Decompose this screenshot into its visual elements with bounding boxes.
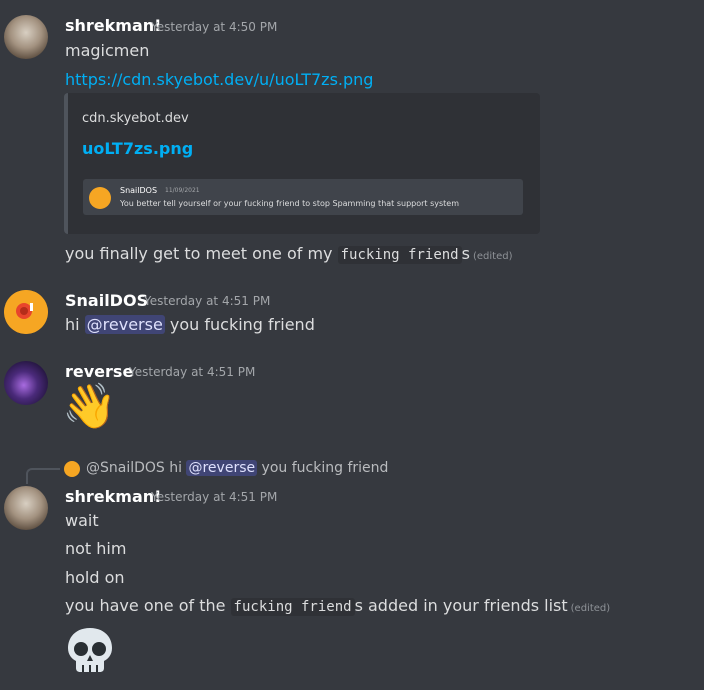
timestamp: Yesterday at 4:51 PM xyxy=(129,365,256,379)
avatar xyxy=(64,461,80,477)
text-segment: you fucking friend xyxy=(257,460,389,476)
inline-code: fucking friend xyxy=(230,598,355,616)
timestamp: Yesterday at 4:50 PM xyxy=(151,20,278,34)
reply-author[interactable]: @SnailDOS xyxy=(86,460,165,476)
text-segment: hi xyxy=(65,315,85,334)
inline-code: fucking friend xyxy=(337,246,462,264)
embed-title[interactable]: uoLT7zs.png xyxy=(82,139,193,158)
text-segment: s added in your friends list xyxy=(354,596,568,615)
message-text: you have one of the fucking friend s adde… xyxy=(65,596,611,616)
edited-label: (edited) xyxy=(570,603,611,614)
embed-image-date: 11/09/2021 xyxy=(165,187,200,194)
avatar xyxy=(89,187,111,209)
text-segment: you fucking friend xyxy=(164,315,315,334)
snail-icon xyxy=(4,290,48,334)
link-embed: cdn.skyebot.dev uoLT7zs.png SnailDOS 11/… xyxy=(64,93,540,234)
embed-provider[interactable]: cdn.skyebot.dev xyxy=(82,111,189,126)
username[interactable]: shrekman! xyxy=(65,487,161,506)
timestamp: Yesterday at 4:51 PM xyxy=(151,490,278,504)
reply-spine xyxy=(26,468,60,484)
edited-label: (edited) xyxy=(472,251,513,262)
text-segment: s xyxy=(461,244,470,263)
timestamp: Yesterday at 4:51 PM xyxy=(144,294,271,308)
embed-image[interactable]: SnailDOS 11/09/2021 You better tell your… xyxy=(83,179,523,215)
username[interactable]: shrekman! xyxy=(65,16,161,35)
user-mention[interactable]: @reverse xyxy=(84,315,165,334)
username[interactable]: SnailDOS xyxy=(65,291,148,310)
message-text: not him xyxy=(65,539,127,558)
message-text: wait xyxy=(65,511,99,530)
message-text: magicmen xyxy=(65,41,150,60)
text-segment: you have one of the xyxy=(65,596,231,615)
text-segment: hi xyxy=(164,460,187,476)
skull-emoji[interactable] xyxy=(64,624,116,676)
user-mention[interactable]: @reverse xyxy=(186,460,258,476)
text-segment: you finally get to meet one of my xyxy=(65,244,338,263)
message-text: you finally get to meet one of my fuckin… xyxy=(65,244,513,264)
message-link[interactable]: https://cdn.skyebot.dev/u/uoLT7zs.png xyxy=(65,70,373,89)
username[interactable]: reverse xyxy=(65,362,133,381)
waving-hand-emoji[interactable]: 👋 xyxy=(62,383,117,431)
reply-preview[interactable]: @SnailDOS hi @reverse you fucking friend xyxy=(86,460,388,476)
embed-image-text: You better tell yourself or your fucking… xyxy=(120,199,460,208)
message-text: hold on xyxy=(65,568,125,587)
avatar[interactable] xyxy=(4,361,48,405)
avatar[interactable] xyxy=(4,486,48,530)
avatar[interactable] xyxy=(4,15,48,59)
avatar[interactable] xyxy=(4,290,48,334)
message-text: hi @reverse you fucking friend xyxy=(65,315,315,334)
embed-image-author: SnailDOS xyxy=(120,186,158,195)
